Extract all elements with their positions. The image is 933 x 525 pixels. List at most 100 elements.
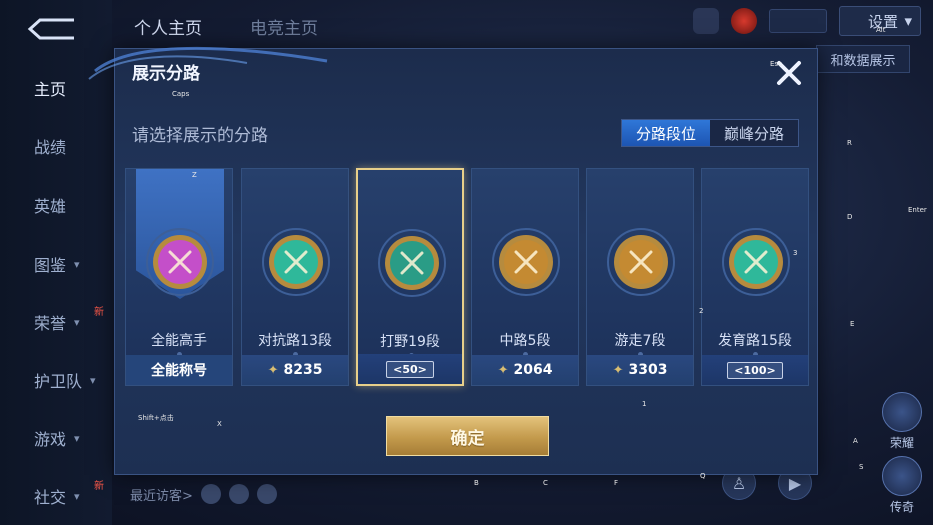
visitor-avatar[interactable]: [228, 484, 249, 504]
lane-card-footer: <100>: [702, 355, 808, 385]
key-hint-label: 3: [793, 249, 798, 257]
sidebar-item-5[interactable]: 荣誉 ▾ 新: [0, 302, 112, 342]
lane-card-footer: ✦ 3303: [587, 355, 693, 385]
chevron-down-icon: ▾: [904, 12, 912, 30]
key-hint-label: A: [853, 437, 858, 445]
key-hint-label: D: [847, 213, 853, 221]
skill-label: 传奇: [889, 500, 914, 514]
lane-card[interactable]: 中路5段 ✦ 2064: [471, 168, 579, 386]
lane-rank-label: 全能高手: [151, 333, 207, 349]
lane-emblem-icon: [607, 228, 675, 296]
top-tabs: 个人主页 电竞主页: [120, 6, 332, 46]
lane-card[interactable]: 对抗路13段 ✦ 8235: [241, 168, 349, 386]
lane-emblem-icon: [262, 228, 330, 296]
dialog-ornament-icon: [88, 46, 328, 80]
sidebar-item-label: 社交: [34, 488, 67, 507]
lane-emblem-icon: [722, 228, 790, 296]
sidebar-item-label: 荣誉: [34, 314, 67, 333]
key-hint-label: C: [543, 479, 548, 487]
dialog-title: 展示分路: [132, 64, 200, 84]
power-points-icon: ✦: [267, 362, 279, 378]
key-hint-label: X: [217, 420, 222, 428]
chevron-down-icon: ▾: [74, 315, 80, 329]
key-hint-label: E: [850, 320, 855, 328]
chevron-down-icon: ▾: [74, 489, 80, 503]
lane-card[interactable]: 打野19段 <50>: [356, 168, 464, 386]
power-points-icon: ✦: [497, 362, 509, 378]
sidebar-item-6[interactable]: 护卫队 ▾: [0, 360, 112, 400]
sidebar: 主页 战绩 英雄 图鉴 ▾ 荣誉 ▾ 新护卫队 ▾ 游戏 ▾ 社交 ▾ 新: [0, 0, 112, 525]
lane-rank-label: 打野19段: [380, 334, 440, 350]
sidebar-item-3[interactable]: 英雄: [0, 185, 112, 225]
lane-card-footer: ✦ 8235: [242, 355, 348, 385]
right-skill-1[interactable]: 荣耀: [878, 392, 926, 451]
show-lane-dialog: 展示分路 请选择展示的分路 分路段位 巅峰分路 全能高手 全能称号 对抗路13段 ✦ 8…: [88, 46, 818, 475]
tab-peak-lane[interactable]: 巅峰分路: [710, 120, 798, 146]
lane-rank-label: 游走7段: [614, 333, 666, 349]
chevron-down-icon: ▾: [90, 373, 96, 387]
sidebar-item-label: 图鉴: [34, 256, 67, 275]
new-badge: 新: [94, 481, 104, 492]
visitor-avatar[interactable]: [200, 484, 221, 504]
star-count-badge: <100>: [727, 361, 783, 379]
recent-visitors-label: 最近访客>: [130, 488, 193, 504]
lane-rank-label: 对抗路13段: [258, 333, 332, 349]
key-hint-label: Q: [700, 472, 706, 480]
key-hint-label: S: [859, 463, 864, 471]
sidebar-item-2[interactable]: 战绩: [0, 126, 112, 166]
star-count-badge: <50>: [386, 360, 434, 378]
lane-card-footer: 全能称号: [126, 355, 232, 385]
sidebar-item-1[interactable]: 主页: [0, 68, 112, 108]
tab-lane-rank[interactable]: 分路段位: [622, 120, 710, 146]
visitor-avatar[interactable]: [256, 484, 277, 504]
key-hint-label: Z: [192, 171, 197, 179]
mode-segmented-control: 分路段位 巅峰分路: [621, 119, 799, 147]
key-hint-label: Alt: [876, 26, 886, 34]
lane-card[interactable]: 全能高手 全能称号: [125, 168, 233, 386]
power-points-value: 8235: [283, 362, 323, 378]
skill-emblem-icon: [882, 392, 922, 432]
lane-rank-label: 中路5段: [499, 333, 551, 349]
sidebar-item-4[interactable]: 图鉴 ▾: [0, 244, 112, 284]
sidebar-item-label: 战绩: [34, 138, 67, 157]
data-show-button[interactable]: 和数据展示: [816, 45, 910, 73]
lane-card[interactable]: 游走7段 ✦ 3303: [586, 168, 694, 386]
lane-card-footer: <50>: [358, 354, 462, 384]
key-hint-label: Shift+点击: [138, 414, 174, 422]
power-points-value: 2064: [513, 362, 553, 378]
sidebar-item-label: 游戏: [34, 430, 67, 449]
chevron-down-icon: ▾: [74, 431, 80, 445]
chevron-down-icon: ▾: [74, 257, 80, 271]
confirm-button[interactable]: 确定: [386, 416, 549, 456]
key-hint-label: 2: [699, 307, 704, 315]
lane-card-list: 全能高手 全能称号 对抗路13段 ✦ 8235 打野19段 <50> 中路5段 ✦ 2064 游走7…: [125, 168, 811, 388]
sidebar-item-label: 英雄: [34, 197, 67, 216]
sidebar-item-8[interactable]: 社交 ▾ 新: [0, 476, 112, 516]
sidebar-item-7[interactable]: 游戏 ▾: [0, 418, 112, 458]
tab-personal-home[interactable]: 个人主页: [120, 6, 216, 46]
dialog-subtitle: 请选择展示的分路: [132, 126, 268, 146]
key-hint-label: R: [847, 139, 852, 147]
recent-visitors[interactable]: 最近访客>: [130, 484, 277, 504]
back-arrow-icon[interactable]: [26, 16, 78, 42]
new-badge: 新: [94, 307, 104, 318]
lane-emblem-icon: [492, 228, 560, 296]
vip-badge-icon[interactable]: [731, 8, 757, 34]
key-hint-label: F: [614, 479, 619, 487]
avatar[interactable]: [693, 8, 719, 34]
right-skill-2[interactable]: 传奇: [878, 456, 926, 515]
account-tag[interactable]: [769, 9, 827, 33]
top-right-bar: 设置 ▾: [693, 6, 921, 36]
sidebar-item-label: 主页: [34, 80, 67, 99]
lane-rank-label: 发育路15段: [718, 333, 792, 349]
power-points-value: 3303: [628, 362, 668, 378]
key-hint-label: Caps: [172, 90, 190, 98]
key-hint-label: Esc: [770, 60, 782, 68]
key-hint-label: B: [474, 479, 479, 487]
tab-esports-home[interactable]: 电竞主页: [236, 6, 332, 46]
key-hint-label: Enter: [908, 206, 927, 214]
lane-emblem-icon: [146, 228, 214, 296]
key-hint-label: 1: [642, 400, 647, 408]
skill-emblem-icon: [882, 456, 922, 496]
lane-card[interactable]: 发育路15段 <100>: [701, 168, 809, 386]
